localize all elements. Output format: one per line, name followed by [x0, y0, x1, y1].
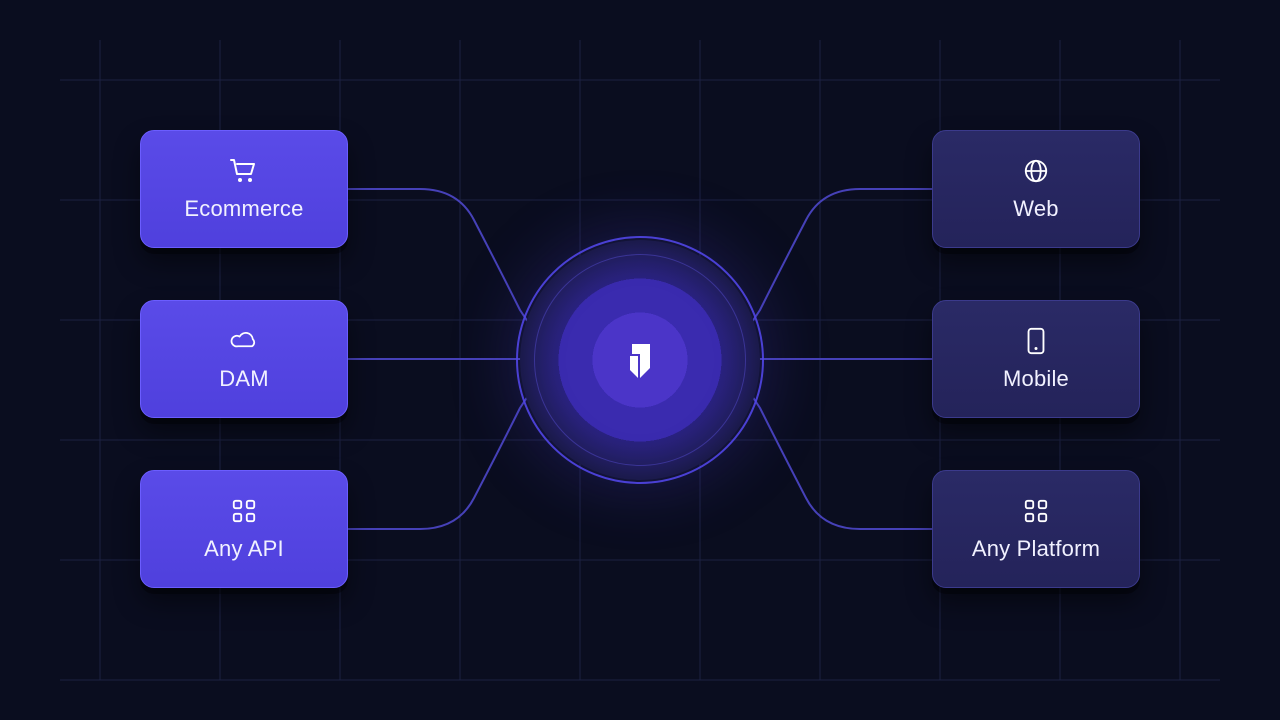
- node-label: Ecommerce: [184, 196, 303, 222]
- mobile-icon: [1019, 326, 1053, 356]
- node-mobile: Mobile: [932, 300, 1140, 418]
- node-label: Mobile: [1003, 366, 1069, 392]
- grid-icon: [227, 496, 261, 526]
- brand-logo-icon: [612, 332, 668, 388]
- node-ecommerce: Ecommerce: [140, 130, 348, 248]
- globe-icon: [1019, 156, 1053, 186]
- diagram-stage: Ecommerce DAM Any API: [0, 0, 1280, 720]
- node-web: Web: [932, 130, 1140, 248]
- node-label: Any Platform: [972, 536, 1100, 562]
- node-dam: DAM: [140, 300, 348, 418]
- cloud-icon: [227, 326, 261, 356]
- node-any-platform: Any Platform: [932, 470, 1140, 588]
- node-label: Any API: [204, 536, 284, 562]
- node-any-api: Any API: [140, 470, 348, 588]
- node-label: DAM: [219, 366, 269, 392]
- node-label: Web: [1013, 196, 1058, 222]
- grid-icon: [1019, 496, 1053, 526]
- cart-icon: [227, 156, 261, 186]
- hub-circle: [520, 240, 760, 480]
